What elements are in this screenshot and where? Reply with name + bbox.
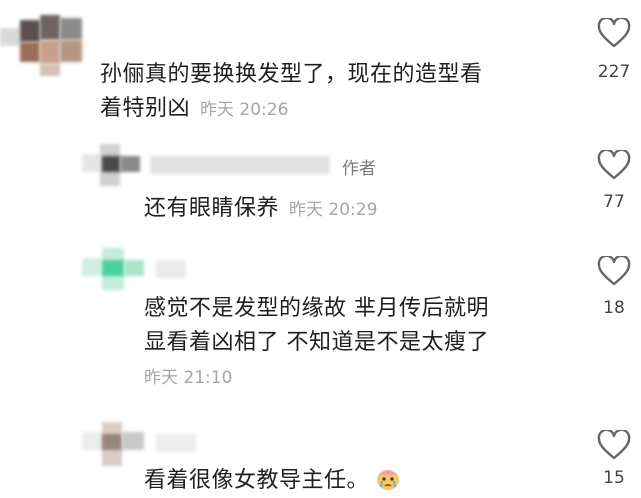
like-button[interactable] [594, 150, 634, 180]
like-count: 15 [603, 468, 625, 488]
comment-text: 感觉不是发型的缘故 芈月传后就明 [144, 292, 489, 326]
like-button[interactable] [594, 18, 634, 48]
heart-outline-icon [597, 18, 631, 48]
like-count: 77 [603, 192, 625, 212]
avatar[interactable] [0, 0, 88, 78]
comment-time: 昨天 20:26 [200, 100, 289, 120]
comment-meta: 昨天 21:10 [144, 360, 232, 395]
comment-text-line: 孙俪真的要换换发型了，现在的造型看 [100, 62, 483, 87]
comment-text: 孙俪真的要换换发型了，现在的造型看 [100, 58, 483, 92]
like-count: 227 [597, 62, 631, 82]
avatar[interactable] [82, 244, 152, 294]
comment-text-line: 着特别凶 [100, 96, 191, 121]
like-button[interactable] [594, 256, 634, 286]
avatar[interactable] [82, 140, 146, 190]
heart-outline-icon [597, 256, 631, 286]
author-tag: 作者 [342, 159, 376, 179]
comment-text-line: 感觉不是发型的缘故 芈月传后就明 [144, 296, 489, 321]
comment-text: 着特别凶 昨天 20:26 [100, 92, 288, 127]
heart-outline-icon [597, 430, 631, 460]
avatar[interactable] [82, 418, 152, 468]
comment-time: 昨天 21:10 [144, 368, 233, 388]
like-button[interactable] [594, 430, 634, 460]
comment-text: 还有眼睛保养 昨天 20:29 [144, 192, 377, 227]
like-count: 18 [603, 298, 625, 318]
crying-face-emoji [377, 470, 400, 490]
comment-text-line: 显看着凶相了 不知道是不是太瘦了 [144, 330, 489, 355]
heart-outline-icon [597, 150, 631, 180]
comment-text-line: 还有眼睛保养 [144, 196, 280, 221]
comment-text-line: 看着很像女教导主任。 [144, 468, 370, 493]
comment-time: 昨天 20:29 [289, 200, 378, 220]
comment-text: 显看着凶相了 不知道是不是太瘦了 [144, 326, 489, 360]
